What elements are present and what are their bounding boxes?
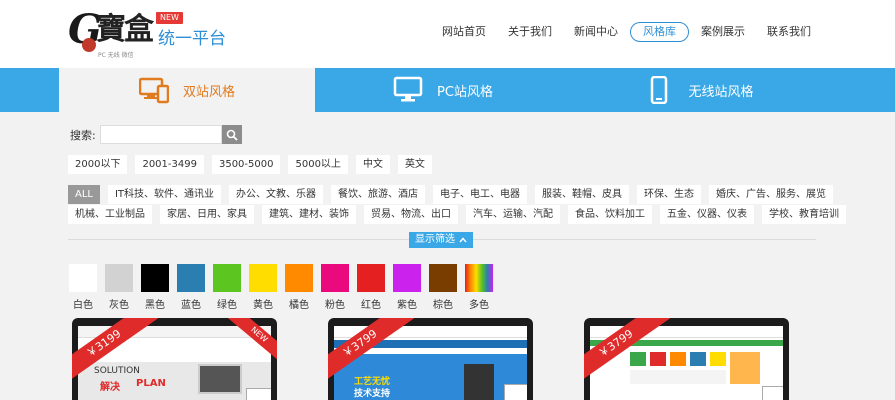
tab-mobile-site-label: 无线站风格 <box>688 84 754 100</box>
color-swatch-purple[interactable] <box>393 264 421 292</box>
nav-home[interactable]: 网站首页 <box>432 22 496 42</box>
style-tab-bar: 双站风格 PC站风格 无线站风格 <box>0 68 895 112</box>
color-swatch-white[interactable] <box>69 264 97 292</box>
preview-text: PLAN <box>136 378 166 389</box>
color-swatch-brown[interactable] <box>429 264 457 292</box>
search-row: 搜索: <box>70 125 242 144</box>
tab-pc-site-label: PC站风格 <box>437 84 493 100</box>
show-filter-label: 显示筛选 <box>415 234 455 245</box>
new-badge: NEW <box>156 12 183 24</box>
tab-dual-site-label: 双站风格 <box>182 84 235 100</box>
search-label: 搜索: <box>70 128 96 142</box>
template-card[interactable]: ￥3799 <box>584 318 789 400</box>
filter-industry-home[interactable]: 家居、日用、家具 <box>160 205 254 224</box>
color-swatch-orange[interactable] <box>285 264 313 292</box>
tab-mobile-site[interactable]: 无线站风格 <box>571 68 827 112</box>
filter-industry-hardware[interactable]: 五金、仪器、仪表 <box>660 205 754 224</box>
filter-industry-catering[interactable]: 餐饮、旅游、酒店 <box>331 185 426 204</box>
color-swatch-green[interactable] <box>213 264 241 292</box>
color-label: 粉色 <box>325 300 345 311</box>
nav-contact[interactable]: 联系我们 <box>757 22 821 42</box>
filter-industry-all[interactable]: ALL <box>68 185 100 204</box>
monitor-icon <box>393 76 423 102</box>
logo-tagline: PC 无线 微信 <box>98 52 134 59</box>
filter-language-english[interactable]: 英文 <box>397 155 432 174</box>
color-label: 蓝色 <box>181 300 201 311</box>
show-filter-toggle[interactable]: 显示筛选 <box>409 232 473 248</box>
template-card[interactable]: 工艺无忧 技术支持 ￥3799 <box>328 318 533 400</box>
search-input[interactable] <box>99 125 222 144</box>
industry-filter-row-2: 机械、工业制品 家居、日用、家具 建筑、建材、装饰 贸易、物流、出口 汽车、运输… <box>68 205 846 224</box>
chevron-up-icon <box>459 237 467 243</box>
filter-industry-electronics[interactable]: 电子、电工、电器 <box>433 185 528 204</box>
filter-industry-automotive[interactable]: 汽车、运输、汽配 <box>466 205 560 224</box>
filter-price-under-2000[interactable]: 2000以下 <box>68 155 128 174</box>
color-swatch-pink[interactable] <box>321 264 349 292</box>
filter-industry-wedding[interactable]: 婚庆、广告、服务、展览 <box>709 185 834 204</box>
filter-price-over-5000[interactable]: 5000以上 <box>288 155 348 174</box>
color-swatch-yellow[interactable] <box>249 264 277 292</box>
color-label: 灰色 <box>109 300 129 311</box>
filter-industry-it[interactable]: IT科技、软件、通讯业 <box>107 185 222 204</box>
color-label: 红色 <box>361 300 381 311</box>
logo-seal-icon <box>82 38 96 52</box>
nav-style-library[interactable]: 风格库 <box>630 22 689 42</box>
color-swatch-gray[interactable] <box>105 264 133 292</box>
tab-pc-site[interactable]: PC站风格 <box>315 68 571 112</box>
search-button[interactable] <box>221 125 242 144</box>
site-logo[interactable]: G 寶盒 NEW 统一平台 PC 无线 微信 <box>68 8 258 62</box>
tab-dual-site[interactable]: 双站风格 <box>59 68 315 112</box>
industry-filter-row-1: ALL IT科技、软件、通讯业 办公、文教、乐器 餐饮、旅游、酒店 电子、电工、… <box>68 185 834 204</box>
preview-text: 解决 <box>100 382 120 393</box>
filter-industry-trade[interactable]: 贸易、物流、出口 <box>364 205 458 224</box>
preview-text: SOLUTION <box>94 366 140 376</box>
color-swatch-blue[interactable] <box>177 264 205 292</box>
phone-icon <box>651 76 668 104</box>
filter-industry-environment[interactable]: 环保、生态 <box>637 185 702 204</box>
nav-about[interactable]: 关于我们 <box>498 22 562 42</box>
price-filter-row: 2000以下 2001-3499 3500-5000 5000以上 中文 英文 <box>68 155 432 174</box>
logo-text: 寶盒 <box>96 12 154 47</box>
site-header: G 寶盒 NEW 统一平台 PC 无线 微信 网站首页 关于我们 新闻中心 风格… <box>0 0 895 68</box>
filter-price-2001-3499[interactable]: 2001-3499 <box>135 155 204 174</box>
filter-language-chinese[interactable]: 中文 <box>355 155 390 174</box>
filter-industry-machinery[interactable]: 机械、工业制品 <box>68 205 152 224</box>
preview-text: 技术支持 <box>354 389 391 399</box>
filter-industry-office[interactable]: 办公、文教、乐器 <box>229 185 324 204</box>
color-label: 棕色 <box>433 300 453 311</box>
color-label: 绿色 <box>217 300 237 311</box>
pc-mobile-icon <box>138 77 169 104</box>
search-icon <box>226 129 238 141</box>
nav-cases[interactable]: 案例展示 <box>691 22 755 42</box>
template-card[interactable]: SOLUTION 解决 PLAN ￥3199 NEW <box>72 318 277 400</box>
color-label: 橘色 <box>289 300 309 311</box>
color-swatch-multicolor[interactable] <box>465 264 493 292</box>
color-label: 多色 <box>469 300 489 311</box>
color-label: 黄色 <box>253 300 273 311</box>
filter-industry-apparel[interactable]: 服装、鞋帽、皮具 <box>535 185 630 204</box>
main-nav: 网站首页 关于我们 新闻中心 风格库 案例展示 联系我们 <box>432 22 821 42</box>
filter-industry-food[interactable]: 食品、饮料加工 <box>568 205 652 224</box>
nav-news[interactable]: 新闻中心 <box>564 22 628 42</box>
color-label: 白色 <box>73 300 93 311</box>
filter-industry-education[interactable]: 学校、教育培训 <box>762 205 846 224</box>
color-swatch-red[interactable] <box>357 264 385 292</box>
color-label: 黑色 <box>145 300 165 311</box>
color-label: 紫色 <box>397 300 417 311</box>
filter-industry-construction[interactable]: 建筑、建材、装饰 <box>262 205 356 224</box>
color-swatch-black[interactable] <box>141 264 169 292</box>
platform-title: 统一平台 <box>158 29 226 49</box>
filter-price-3500-5000[interactable]: 3500-5000 <box>211 155 281 174</box>
